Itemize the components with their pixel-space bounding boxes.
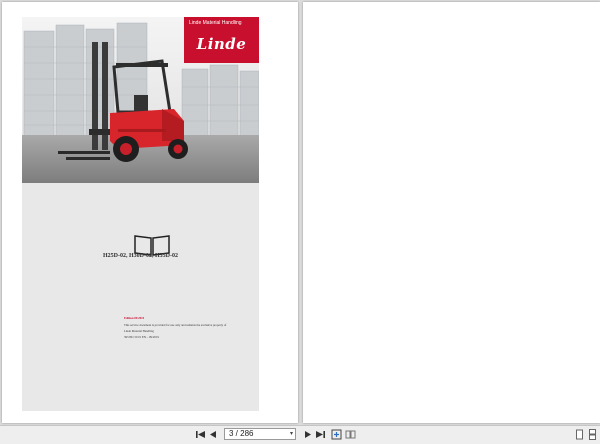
last-page-icon[interactable] bbox=[315, 429, 326, 440]
single-page-icon[interactable] bbox=[574, 429, 585, 440]
brand-label: Linde Material Handling bbox=[189, 20, 242, 26]
two-page-view-icon[interactable] bbox=[345, 429, 356, 440]
page-navigation-toolbar: 3 / 286 ▾ bbox=[0, 425, 600, 444]
linde-logo: Linde bbox=[196, 35, 247, 53]
model-title: H25D-02, H30D-02, H35D-02 bbox=[103, 253, 178, 259]
page-number-display: 3 / 286 bbox=[229, 429, 254, 438]
notice-line-3: 393 801 50 01 EN – 09/2019 bbox=[124, 335, 159, 339]
pdf-page-right bbox=[303, 2, 600, 423]
page-number-input[interactable]: 3 / 286 ▾ bbox=[224, 428, 296, 440]
chevron-down-icon[interactable]: ▾ bbox=[290, 429, 293, 439]
manual-cover: Linde Material Handling Linde H25D-02, H… bbox=[22, 17, 259, 411]
first-page-icon[interactable] bbox=[195, 429, 206, 440]
notice-line-1: This service document is provided for us… bbox=[124, 323, 227, 327]
notice-line-2: Linde Material Handling bbox=[124, 329, 154, 333]
pdf-page-left: Linde Material Handling Linde H25D-02, H… bbox=[2, 2, 298, 423]
next-page-icon[interactable] bbox=[302, 429, 313, 440]
continuous-page-icon[interactable] bbox=[587, 429, 598, 440]
edition-label: Edition 09/2019 bbox=[124, 316, 145, 320]
fit-page-icon[interactable] bbox=[331, 429, 342, 440]
linde-brand-block: Linde Material Handling Linde bbox=[184, 17, 259, 63]
previous-page-icon[interactable] bbox=[208, 429, 219, 440]
